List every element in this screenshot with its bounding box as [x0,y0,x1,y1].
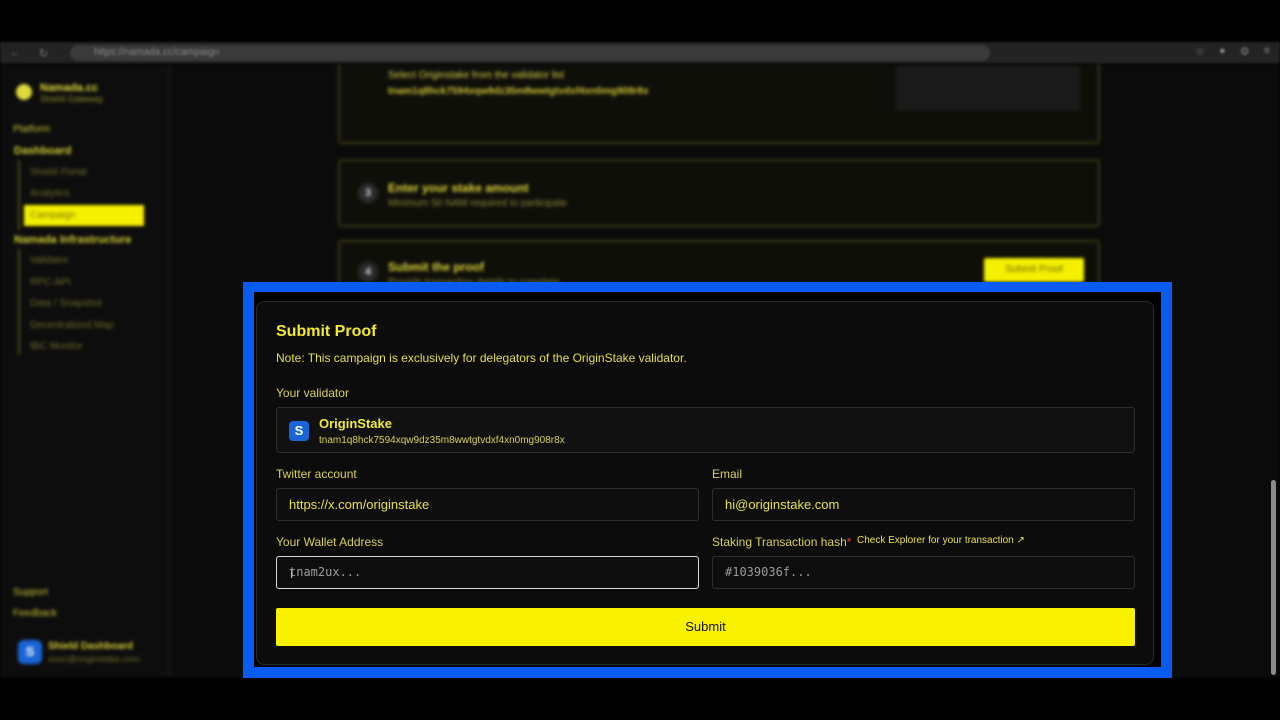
brand-sub: Shield Gateway [40,94,104,104]
scrollbar[interactable] [1271,480,1276,675]
settings-icon[interactable]: ⚙ [1240,45,1250,58]
browser-toolbar: ← ↻ https://namada.cc/campaign ☆ ● ⚙ ≡ [0,42,1280,64]
validator-address: tnam1q8hck7594xqw9dz35m8wwtgtvdxf4xn0mg9… [319,435,565,446]
browser-icons: ☆ ● ⚙ ≡ [1195,45,1270,58]
external-link-icon: ↗ [1016,535,1025,546]
email-label: Email [712,467,743,481]
wallet-address-input[interactable]: tnam2ux... [276,556,699,589]
text-cursor-icon: I [290,567,294,581]
user-email: soon@originstake.com [48,654,140,664]
modal-panel: Submit Proof Note: This campaign is excl… [256,301,1154,665]
required-marker: * [846,535,852,549]
nav-section-label: Platform [13,124,51,135]
modal-title: Submit Proof [276,323,377,340]
explorer-link[interactable]: Check Explorer for your transaction ↗ [857,535,1025,546]
sidebar-item-analytics[interactable]: Analytics [30,188,70,199]
validator-logo-icon: S [289,421,309,441]
step-number: 3 [358,183,378,203]
brand-name: Namada.cc [40,82,99,94]
avatar[interactable]: S [18,640,42,664]
sidebar-item-decentralized-map[interactable]: Decentralized Map [30,320,113,331]
nav-line [18,160,20,230]
sidebar-support[interactable]: Support [13,587,48,598]
sidebar-item-rpc-api[interactable]: RPC-API [30,277,71,288]
sidebar-item-shield-portal[interactable]: Shield Portal [30,167,87,178]
step4-title: Submit the proof [388,260,484,274]
validator-label: Your validator [276,386,349,400]
nav-group-dashboard[interactable]: Dashboard [14,145,71,157]
validator-table-preview [896,66,1080,110]
logo-icon [16,84,32,100]
step-card-3: 3 Enter your stake amount Minimum 50 NAM… [338,159,1100,227]
submit-proof-modal: Submit Proof Note: This campaign is excl… [254,292,1161,667]
letterbox-bottom [0,678,1280,720]
tx-hash-input[interactable]: #1039036f... [712,556,1135,589]
menu-icon[interactable]: ≡ [1264,45,1270,58]
user-name: Shield Dashboard [48,641,134,652]
modal-note: Note: This campaign is exclusively for d… [276,351,687,365]
extension-icon[interactable]: ● [1219,45,1226,58]
sidebar-item-validator[interactable]: Validator [30,255,69,266]
step3-sub: Minimum 50 NAM required to participate [388,198,567,209]
sidebar-item-data-snapshot[interactable]: Data / Snapshot [30,298,102,309]
step-card-2: Select Originstake from the validator li… [338,64,1100,144]
sidebar-item-campaign[interactable]: Campaign [24,205,144,226]
star-icon[interactable]: ☆ [1195,45,1205,58]
submit-button[interactable]: Submit [276,608,1135,646]
step3-title: Enter your stake amount [388,181,529,195]
nav-line [18,249,20,355]
nav-group-infrastructure[interactable]: Namada Infrastructure [14,234,131,246]
wallet-label: Your Wallet Address [276,535,384,549]
submit-proof-button[interactable]: Submit Proof [984,258,1084,282]
twitter-label: Twitter account [276,467,357,481]
sidebar-feedback[interactable]: Feedback [13,608,57,619]
email-field[interactable]: hi@originstake.com [712,488,1135,521]
step-number: 4 [358,262,378,282]
twitter-input[interactable]: https://x.com/originstake [276,488,699,521]
step2-address: tnam1q8hck7594xqw9dz35m8wwtgtvdxf4xn0mg9… [388,86,649,97]
letterbox-top [0,0,1280,42]
step2-text: Select Originstake from the validator li… [388,70,565,81]
sidebar: Namada.cc Shield Gateway Platform Dashbo… [0,64,170,678]
validator-name: OriginStake [319,416,392,431]
sidebar-item-ibc-monitor[interactable]: IBC Monitor [30,341,83,352]
back-icon[interactable]: ← [10,47,21,59]
tx-hash-label: Staking Transaction hash* [712,535,852,549]
validator-field: S OriginStake tnam1q8hck7594xqw9dz35m8ww… [276,407,1135,453]
address-bar[interactable]: https://namada.cc/campaign [70,45,990,61]
reload-icon[interactable]: ↻ [39,47,48,60]
